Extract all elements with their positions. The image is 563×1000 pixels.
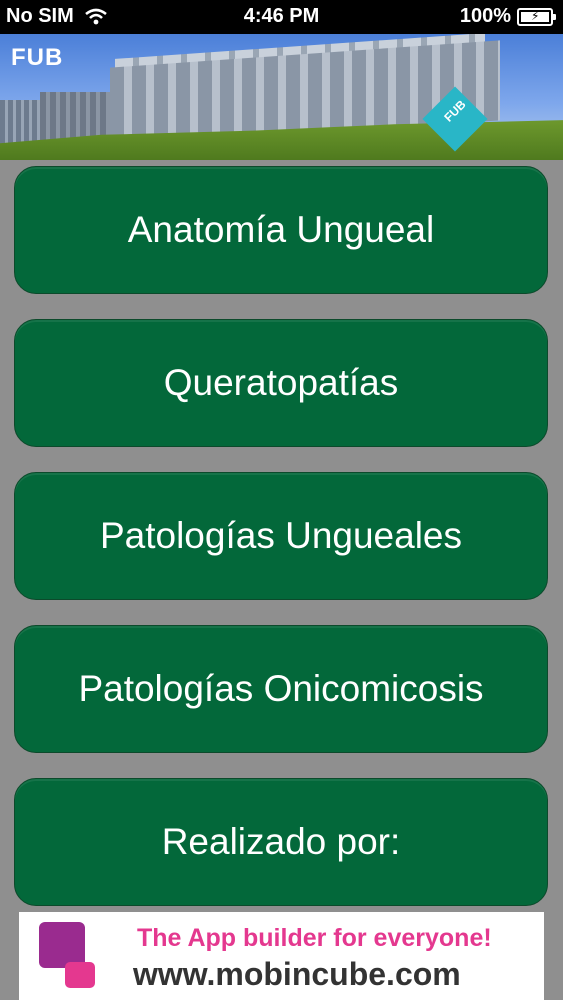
header-logo: FUB	[11, 44, 64, 71]
status-right: 100% ⚡	[459, 5, 556, 28]
building-image	[0, 100, 42, 146]
building-image	[40, 92, 120, 140]
menu-button-anatomia-ungueal[interactable]: Anatomía Ungueal	[14, 166, 548, 294]
status-bar: No SIM 4:46 PM 100% ⚡	[0, 0, 563, 34]
menu-button-realizado-por[interactable]: Realizado por:	[14, 778, 548, 906]
menu-button-queratopatias[interactable]: Queratopatías	[14, 319, 548, 447]
battery-icon: ⚡	[517, 7, 556, 26]
ad-tagline: The App builder for everyone!	[137, 924, 492, 952]
menu-button-patologias-onicomicosis[interactable]: Patologías Onicomicosis	[14, 625, 548, 753]
mobincube-logo-icon	[39, 922, 99, 992]
battery-percent: 100%	[459, 5, 511, 27]
menu-button-patologias-ungueales[interactable]: Patologías Ungueales	[14, 472, 548, 600]
ad-url: www.mobincube.com	[133, 956, 461, 992]
header-banner: FUB FUB	[0, 34, 563, 160]
ad-banner[interactable]: The App builder for everyone! www.mobinc…	[19, 912, 544, 1000]
